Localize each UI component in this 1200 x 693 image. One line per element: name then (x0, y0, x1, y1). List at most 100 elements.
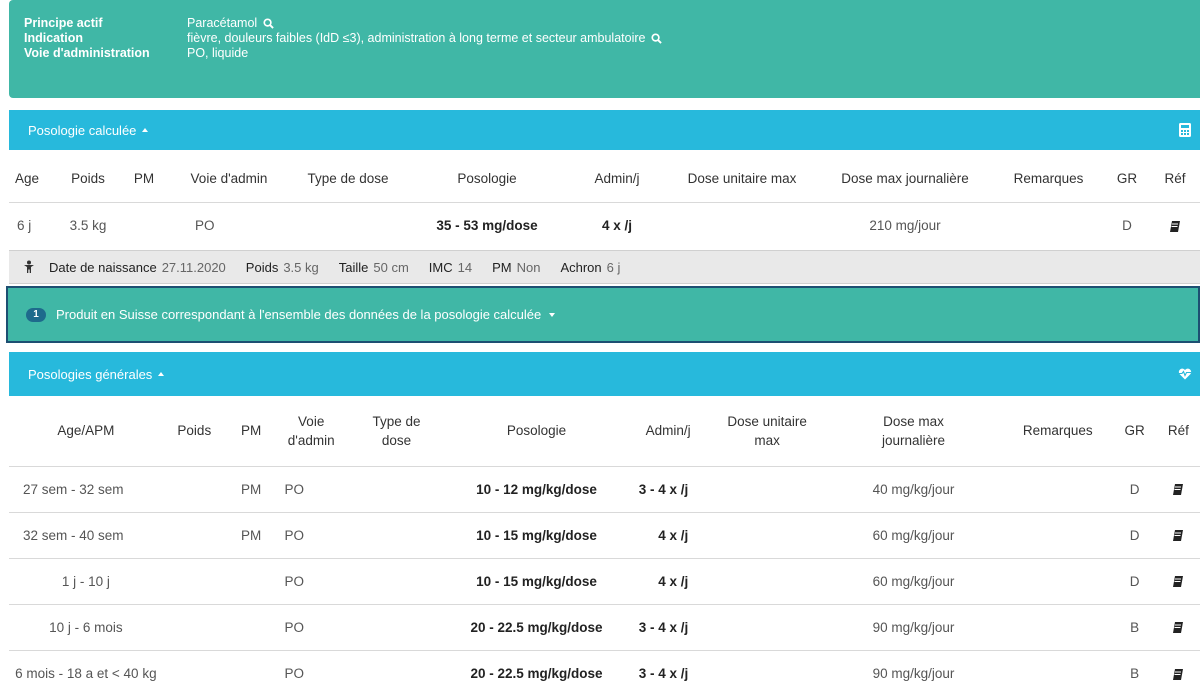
age-cell: 10 j - 6 mois (9, 603, 163, 650)
admin-cell: 3 - 4 x /j (626, 649, 711, 693)
voie-cell: PO (276, 603, 346, 650)
gr-cell: D (1104, 201, 1150, 248)
achron-value: 6 j (606, 259, 621, 275)
book-icon[interactable] (1169, 220, 1181, 233)
col-header-line: Dose unitaire (727, 413, 807, 429)
principe-label: Principe actif (24, 16, 103, 30)
col-header: GR (1124, 423, 1145, 439)
pm-cell: PM (225, 511, 277, 558)
imc-label: IMC (428, 259, 453, 275)
book-icon[interactable] (1172, 575, 1184, 588)
voie-cell: PO (276, 557, 346, 604)
age-cell: 27 sem - 32 sem (9, 465, 163, 512)
table-row: 6 j 3.5 kg PO 35 - 53 mg/dose 4 x /j 210… (9, 201, 1200, 248)
gen-header-row: Age/APM Poids PM Voie d'admin Type de dose… (9, 396, 1200, 466)
ref-cell[interactable] (1156, 649, 1200, 693)
col-header: PM (241, 423, 262, 439)
dose-unit-max-cell (710, 511, 824, 558)
gr-cell: D (1112, 465, 1157, 512)
achron-label: Achron (560, 259, 602, 275)
book-icon[interactable] (1172, 483, 1184, 496)
ref-cell[interactable] (1156, 603, 1200, 650)
col-header-line: d'admin (287, 432, 335, 448)
dose-max-jour-cell: 90 mg/kg/jour (823, 649, 1003, 693)
col-header: Age (15, 171, 40, 187)
dose-max-jour-cell: 90 mg/kg/jour (823, 603, 1003, 650)
col-header: Admin/j (594, 171, 640, 187)
imc-value: 14 (457, 259, 473, 275)
product-bar-text: Produit en Suisse correspondant à l'ense… (56, 307, 542, 322)
ref-cell[interactable] (1156, 465, 1200, 512)
remarques-cell (1003, 603, 1113, 650)
col-header: Type de dose (346, 396, 447, 466)
pm-cell (225, 649, 277, 693)
search-icon[interactable] (263, 18, 274, 29)
voie-label: Voie d'administration (24, 46, 150, 60)
col-header: Dose max journalière (824, 396, 1003, 466)
col-header-line: Type de (372, 413, 421, 429)
posologie-cell: 20 - 22.5 mg/kg/dose (447, 603, 627, 650)
dose-unit-max-cell (667, 201, 817, 248)
poids-cell (162, 557, 226, 604)
drug-header: Principe actif Paracétamol Indication fi… (9, 0, 1200, 98)
admin-cell: 4 x /j (567, 201, 667, 248)
type-cell (345, 465, 448, 512)
calculator-icon[interactable] (1178, 122, 1192, 138)
swiss-product-bar[interactable]: 1 Produit en Suisse correspondant à l'en… (6, 286, 1200, 343)
col-header: Réf (1167, 423, 1189, 439)
table-row: 6 mois - 18 a et < 40 kg PO 20 - 22.5 mg… (9, 649, 1200, 693)
gr-cell: D (1112, 557, 1157, 604)
ref-cell[interactable] (1156, 511, 1200, 558)
col-header: Réf (1164, 171, 1186, 187)
table-row: 1 j - 10 j PO 10 - 15 mg/kg/dose 4 x /j … (9, 557, 1200, 604)
book-icon[interactable] (1172, 621, 1184, 634)
dose-max-jour-cell: 60 mg/kg/jour (823, 511, 1003, 558)
calc-panel-header[interactable]: Posologie calculée (9, 110, 1200, 150)
voie-cell: PO (276, 649, 346, 693)
ref-cell[interactable] (1150, 201, 1200, 248)
caret-up-icon (142, 127, 149, 132)
age-cell: 6 mois - 18 a et < 40 kg (9, 649, 163, 693)
poids-cell (162, 511, 226, 558)
heart-pulse-icon[interactable] (1178, 366, 1192, 382)
remarques-cell (1003, 557, 1113, 604)
posologie-cell: 10 - 12 mg/kg/dose (447, 465, 627, 512)
book-icon[interactable] (1172, 529, 1184, 542)
gen-panel-header[interactable]: Posologies générales (9, 352, 1200, 396)
book-icon[interactable] (1172, 668, 1184, 681)
pm-cell (225, 603, 277, 650)
admin-cell: 4 x /j (626, 557, 711, 604)
dose-max-jour-cell: 60 mg/kg/jour (823, 557, 1003, 604)
admin-cell: 3 - 4 x /j (626, 465, 711, 512)
col-header: PM (133, 171, 155, 187)
dose-unit-max-cell (710, 465, 824, 512)
poids-cell (162, 465, 226, 512)
pm-cell (119, 201, 169, 248)
caret-down-icon (549, 312, 556, 317)
type-cell (345, 557, 448, 604)
admin-cell: 4 x /j (626, 511, 711, 558)
taille-label: Taille (338, 259, 369, 275)
col-header: Dose unitaire max (687, 171, 797, 187)
ref-cell[interactable] (1156, 557, 1200, 604)
col-header: Type de dose (307, 171, 389, 187)
voie-row: Voie d'administration PO, liquide (24, 46, 1200, 61)
calc-panel-title: Posologie calculée (28, 122, 137, 138)
type-cell (345, 603, 448, 650)
admin-cell: 3 - 4 x /j (626, 603, 711, 650)
col-header: Voie d'admin (276, 396, 346, 466)
posologie-cell: 20 - 22.5 mg/kg/dose (447, 649, 627, 693)
dose-unit-max-cell (710, 603, 824, 650)
gr-cell: D (1112, 511, 1157, 558)
poids-cell: 3.5 kg (57, 201, 119, 248)
age-cell: 1 j - 10 j (9, 557, 163, 604)
voie-cell: PO (169, 201, 289, 248)
indication-row: Indication fièvre, douleurs faibles (IdD… (24, 31, 1200, 46)
table-row: 32 sem - 40 sem PM PO 10 - 15 mg/kg/dose… (9, 511, 1200, 558)
age-cell: 32 sem - 40 sem (9, 511, 163, 558)
col-header-line: max (754, 432, 780, 448)
remarques-cell (993, 201, 1104, 248)
gen-panel-title: Posologies générales (28, 366, 153, 382)
posologie-cell: 10 - 15 mg/kg/dose (447, 511, 627, 558)
search-icon[interactable] (651, 33, 663, 44)
